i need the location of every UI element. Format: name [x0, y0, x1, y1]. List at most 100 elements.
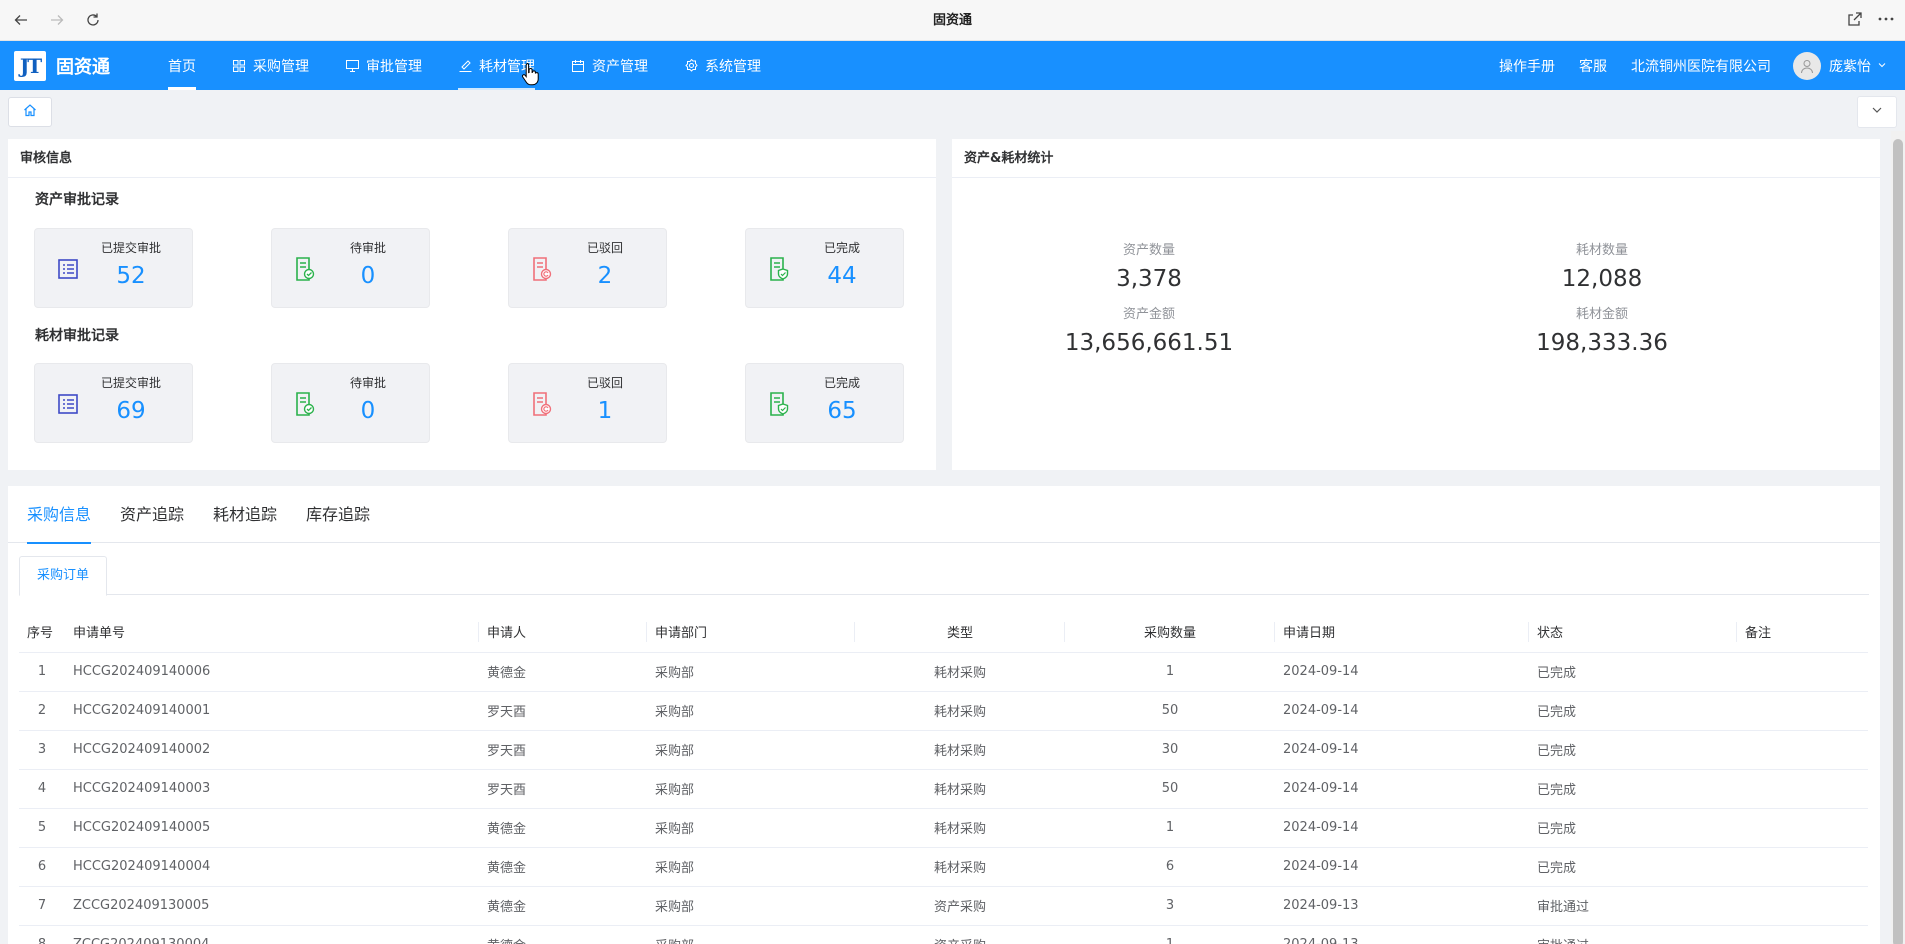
subtab-purchase-orders[interactable]: 采购订单	[19, 556, 107, 596]
consumable-amount-stat: 耗材金额 198,333.36	[1472, 303, 1732, 356]
nav-system[interactable]: 系统管理	[666, 41, 779, 90]
tab-asset-tracking[interactable]: 资产追踪	[112, 486, 195, 543]
table-cell: 1	[1065, 808, 1275, 848]
page-scrollbar[interactable]	[1891, 131, 1905, 944]
card-pending[interactable]: 待审批 0	[271, 228, 430, 308]
nav-approval[interactable]: 审批管理	[327, 41, 440, 90]
username: 庞紫怡	[1829, 58, 1871, 75]
col-header: 状态	[1529, 612, 1737, 653]
tab-consumable-tracking[interactable]: 耗材追踪	[205, 486, 288, 543]
table-cell: 3	[1065, 886, 1275, 926]
stats-panel-title: 资产&耗材统计	[952, 139, 1880, 178]
card-rejected[interactable]: 已驳回 2	[508, 228, 667, 308]
table-cell: 1	[1065, 652, 1275, 692]
card-label: 已提交审批	[100, 376, 161, 390]
table-cell: 2024-09-14	[1275, 730, 1529, 770]
table-cell: 7	[19, 886, 65, 926]
card-value: 44	[827, 263, 857, 289]
tab-inventory-tracking[interactable]: 库存追踪	[298, 486, 381, 543]
chevron-down-icon	[1871, 104, 1883, 120]
back-icon[interactable]	[4, 3, 38, 37]
table-row[interactable]: 7 ZCCG202409130005 黄德金 采购部 资产采购 3 2024-09-13 审批…	[19, 886, 1868, 926]
card-rejected[interactable]: 已驳回 1	[508, 363, 667, 443]
table-row[interactable]: 4 HCCG202409140003 罗天酉 采购部 耗材采购 50 2024-09-14 已…	[19, 769, 1868, 809]
table-cell: 2024-09-14	[1275, 691, 1529, 731]
table-cell: 资产采购	[855, 886, 1065, 926]
card-submitted[interactable]: 已提交审批 69	[34, 363, 193, 443]
brush-icon	[458, 59, 472, 73]
col-header: 序号	[19, 612, 65, 653]
stats-panel: 资产&耗材统计 资产数量 3,378 资产金额 13,656,661.51 耗材…	[952, 139, 1880, 470]
table-row[interactable]: 3 HCCG202409140002 罗天酉 采购部 耗材采购 30 2024-09-14 已…	[19, 730, 1868, 770]
scrollbar-thumb[interactable]	[1893, 139, 1903, 944]
company-name[interactable]: 北流铜州医院有限公司	[1631, 56, 1771, 76]
more-icon[interactable]	[1877, 11, 1895, 31]
nav-purchase[interactable]: 采购管理	[214, 41, 327, 90]
nav-home[interactable]: 首页	[150, 41, 214, 90]
tags-dropdown-button[interactable]	[1857, 96, 1897, 128]
table-row[interactable]: 6 HCCG202409140004 黄德金 采购部 耗材采购 6 2024-09-14 已完…	[19, 847, 1868, 887]
table-cell: 50	[1065, 769, 1275, 809]
table-cell: 黄德金	[479, 652, 647, 692]
card-value: 2	[597, 263, 613, 289]
table-header-row: 序号 申请单号 申请人 申请部门 类型 采购数量 申请日期 状态 备注	[19, 612, 1868, 653]
refresh-icon[interactable]	[76, 3, 110, 37]
table-cell: 耗材采购	[855, 652, 1065, 692]
home-tab[interactable]	[8, 97, 52, 127]
table-cell: 已完成	[1529, 652, 1737, 692]
table-cell: 黄德金	[479, 886, 647, 926]
table-cell: 6	[1065, 847, 1275, 887]
col-header: 备注	[1737, 612, 1868, 653]
table-cell: 审批通过	[1529, 925, 1737, 944]
nav-assets[interactable]: 资产管理	[553, 41, 666, 90]
card-label: 已提交审批	[100, 241, 161, 255]
tab-purchase-info[interactable]: 采购信息	[19, 486, 102, 544]
table-cell: HCCG202409140006	[65, 652, 479, 692]
table-cell: 1	[19, 652, 65, 692]
table-cell: 耗材采购	[855, 730, 1065, 770]
table-cell: 黄德金	[479, 925, 647, 944]
table-cell: 8	[19, 925, 65, 944]
stat-value: 3,378	[1116, 266, 1182, 292]
table-cell: 已完成	[1529, 691, 1737, 731]
card-completed[interactable]: 已完成 65	[745, 363, 904, 443]
logo[interactable]: JT 固资通	[0, 50, 150, 81]
audit-panel-title: 审核信息	[8, 139, 936, 178]
share-icon[interactable]	[1847, 11, 1863, 31]
table-cell	[1737, 730, 1868, 770]
table-cell: 采购部	[647, 886, 855, 926]
subtab-bar: 采购订单	[19, 556, 1869, 596]
card-label: 已完成	[823, 376, 860, 390]
table-row[interactable]: 8ZCCG202409130004黄德金采购部资产采购12024-09-13审批…	[19, 925, 1868, 944]
consumable-count-stat: 耗材数量 12,088	[1472, 239, 1732, 292]
table-cell: 审批通过	[1529, 886, 1737, 926]
col-header: 类型	[855, 612, 1065, 653]
card-value: 0	[360, 398, 376, 424]
table-row[interactable]: 1 HCCG202409140006 黄德金 采购部 耗材采购 1 2024-09-14 已完…	[19, 652, 1868, 692]
table-cell: 6	[19, 847, 65, 887]
table-cell: 耗材采购	[855, 769, 1065, 809]
table-cell: 2024-09-13	[1275, 886, 1529, 926]
table-cell: 采购部	[647, 925, 855, 944]
table-cell: 罗天酉	[479, 769, 647, 809]
card-pending[interactable]: 待审批 0	[271, 363, 430, 443]
card-completed[interactable]: 已完成 44	[745, 228, 904, 308]
manual-link[interactable]: 操作手册	[1499, 56, 1555, 76]
card-submitted[interactable]: 已提交审批 52	[34, 228, 193, 308]
doc-shield-icon	[767, 256, 791, 282]
user-menu[interactable]: 庞紫怡	[1793, 51, 1887, 80]
consumable-approval-title: 耗材审批记录	[35, 328, 119, 344]
table-cell: 耗材采购	[855, 808, 1065, 848]
table-row[interactable]: 2 HCCG202409140001 罗天酉 采购部 耗材采购 50 2024-09-14 已…	[19, 691, 1868, 731]
table-row[interactable]: 5 HCCG202409140005 黄德金 采购部 耗材采购 1 2024-09-14 已完…	[19, 808, 1868, 848]
table-cell: 耗材采购	[855, 847, 1065, 887]
table-cell: HCCG202409140004	[65, 847, 479, 887]
forward-icon[interactable]	[40, 3, 74, 37]
purchase-orders-table: 序号 申请单号 申请人 申请部门 类型 采购数量 申请日期 状态 备注 1 HCC…	[19, 612, 1868, 944]
card-label: 已完成	[823, 241, 860, 255]
nav-label: 系统管理	[705, 58, 761, 75]
tracking-tabs: 采购信息 资产追踪 耗材追踪 库存追踪	[8, 486, 1880, 544]
monitor-icon	[345, 59, 359, 73]
table-cell: HCCG202409140003	[65, 769, 479, 809]
support-link[interactable]: 客服	[1579, 56, 1607, 76]
